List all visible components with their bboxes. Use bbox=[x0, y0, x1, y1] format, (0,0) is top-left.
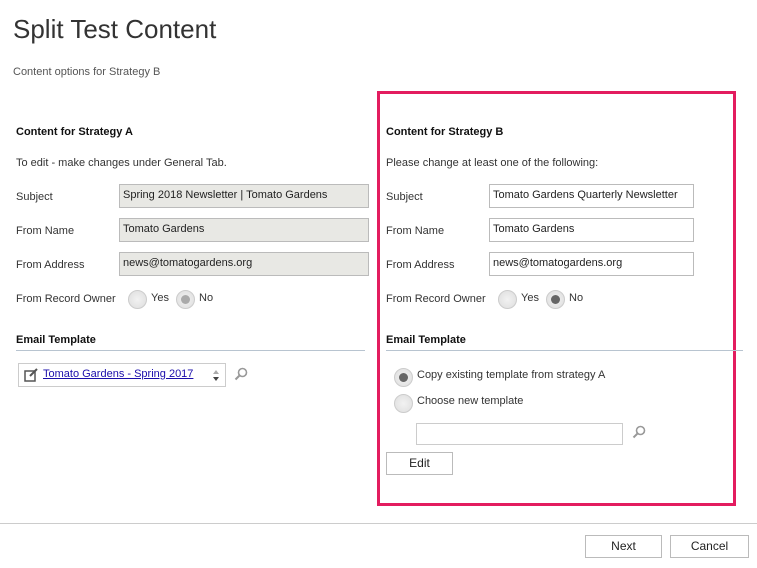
record-owner-label: From Record Owner bbox=[386, 293, 486, 305]
new-template-radio[interactable] bbox=[394, 394, 413, 413]
from-address-label: From Address bbox=[16, 259, 85, 271]
strategy-a-template-heading: Email Template bbox=[16, 334, 96, 346]
strategy-b-from-address-input[interactable]: news@tomatogardens.org bbox=[489, 252, 694, 276]
cancel-button[interactable]: Cancel bbox=[670, 535, 749, 558]
page-subtitle: Content options for Strategy B bbox=[13, 66, 161, 78]
copy-template-radio[interactable] bbox=[394, 368, 413, 387]
edit-icon bbox=[24, 368, 38, 382]
from-address-label: From Address bbox=[386, 259, 455, 271]
divider bbox=[16, 350, 365, 351]
strategy-a-owner-yes-radio bbox=[128, 290, 147, 309]
yes-label: Yes bbox=[151, 292, 169, 304]
strategy-b-from-name-input[interactable]: Tomato Gardens bbox=[489, 218, 694, 242]
no-label: No bbox=[569, 292, 584, 304]
from-name-label: From Name bbox=[386, 225, 445, 237]
search-icon[interactable] bbox=[234, 367, 248, 381]
divider bbox=[386, 350, 743, 351]
edit-button[interactable]: Edit bbox=[386, 452, 453, 475]
record-owner-label: From Record Owner bbox=[16, 293, 116, 305]
strategy-a-subject-field: Spring 2018 Newsletter | Tomato Gardens bbox=[119, 184, 369, 208]
template-link[interactable]: Tomato Gardens - Spring 2017 bbox=[43, 368, 193, 380]
subject-label: Subject bbox=[386, 191, 423, 203]
new-template-input[interactable] bbox=[416, 423, 623, 445]
from-name-label: From Name bbox=[16, 225, 75, 237]
strategy-b-heading: Content for Strategy B bbox=[386, 126, 504, 138]
search-icon[interactable] bbox=[632, 425, 646, 439]
strategy-a-note: To edit - make changes under General Tab… bbox=[16, 157, 227, 169]
strategy-b-template-heading: Email Template bbox=[386, 334, 466, 346]
strategy-a-owner-no-radio bbox=[176, 290, 195, 309]
copy-template-label: Copy existing template from strategy A bbox=[417, 369, 606, 381]
spinner-icon[interactable] bbox=[212, 368, 220, 383]
next-button[interactable]: Next bbox=[585, 535, 662, 558]
strategy-a-template-lookup: Tomato Gardens - Spring 2017 bbox=[18, 363, 226, 387]
new-template-label: Choose new template bbox=[417, 395, 524, 407]
no-label: No bbox=[199, 292, 214, 304]
strategy-b-owner-no-radio[interactable] bbox=[546, 290, 565, 309]
strategy-b-owner-yes-radio[interactable] bbox=[498, 290, 517, 309]
strategy-a-heading: Content for Strategy A bbox=[16, 126, 133, 138]
subject-label: Subject bbox=[16, 191, 53, 203]
strategy-a-from-name-field: Tomato Gardens bbox=[119, 218, 369, 242]
page-title: Split Test Content bbox=[13, 14, 217, 44]
yes-label: Yes bbox=[521, 292, 539, 304]
strategy-b-subject-input[interactable]: Tomato Gardens Quarterly Newsletter bbox=[489, 184, 694, 208]
strategy-b-note: Please change at least one of the follow… bbox=[386, 157, 599, 169]
strategy-a-from-address-field: news@tomatogardens.org bbox=[119, 252, 369, 276]
